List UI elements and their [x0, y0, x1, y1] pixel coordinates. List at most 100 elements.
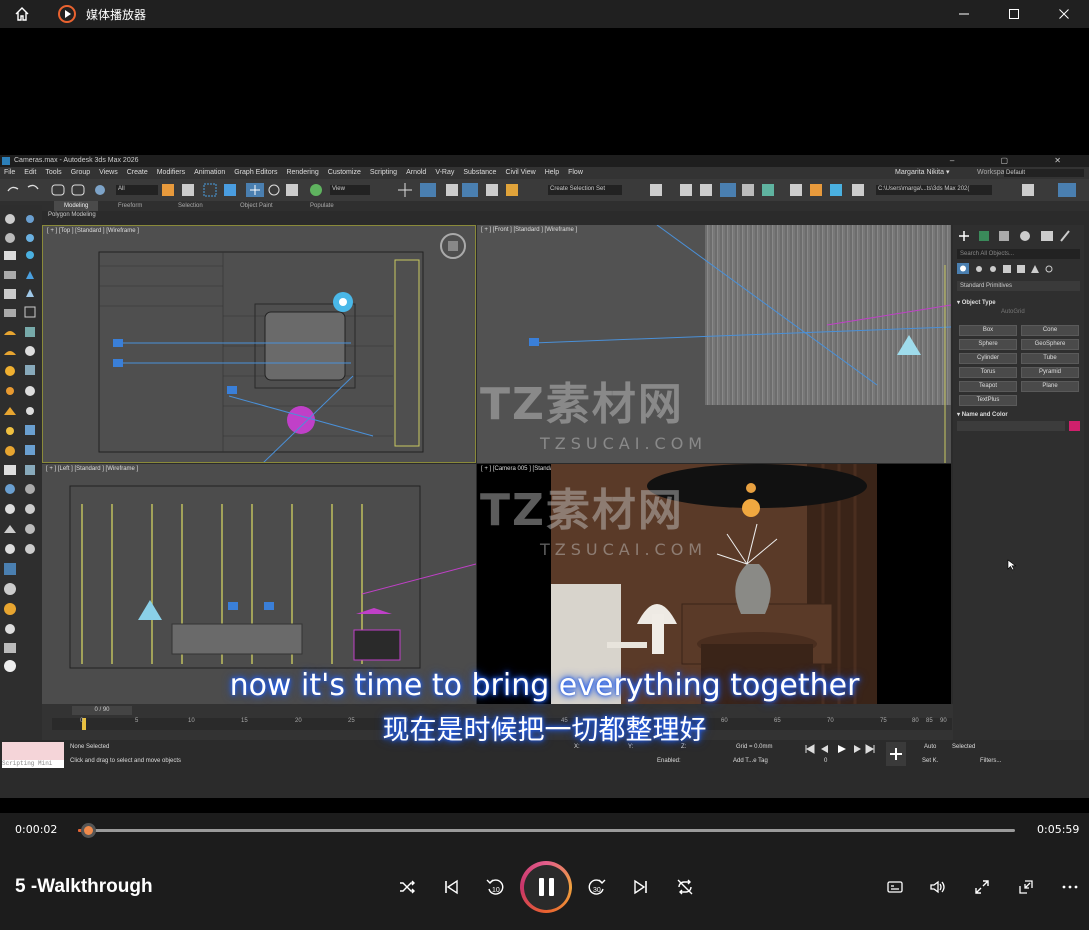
menu-customize: Customize	[327, 169, 361, 176]
left-toolbar	[0, 205, 42, 745]
primitive-torus-button: Torus	[959, 367, 1017, 378]
adaptive-degradation-enabled: Enabled:	[657, 758, 681, 764]
more-options-button[interactable]	[1058, 875, 1082, 899]
fullscreen-button[interactable]	[970, 875, 994, 899]
captions-icon	[887, 881, 903, 893]
next-button[interactable]	[629, 875, 653, 899]
menu-substance: Substance	[463, 169, 497, 176]
watermark: TZ素材网 TZSUCAI.COM	[480, 368, 707, 453]
workspace-dropdown: Default	[1004, 169, 1084, 177]
primitive-cylinder-button: Cylinder	[959, 353, 1017, 364]
seek-bar[interactable]	[78, 823, 1015, 838]
viewport-top[interactable]: [ + ] [Top ] [Standard ] [Wireframe ]	[42, 225, 476, 463]
create-category-icons	[957, 263, 1053, 274]
home-icon	[15, 7, 29, 21]
close-icon	[1059, 9, 1069, 19]
rewind-10-icon: 10	[486, 879, 504, 895]
ribbon-tab-populate: Populate	[310, 203, 334, 209]
primitive-plane-button: Plane	[1021, 381, 1079, 392]
primitive-geosphere-button: GeoSphere	[1021, 339, 1079, 350]
ribbon-tab-modeling: Modeling	[54, 201, 99, 211]
forward-30-button[interactable]: 30	[585, 875, 609, 899]
forward-30-icon: 30	[588, 879, 606, 895]
title-bar: 媒体播放器	[0, 0, 1089, 28]
seek-bar-row: 0:00:02 0:05:59	[0, 813, 1089, 847]
watermark-cn: TZ素材网	[480, 379, 684, 430]
filter-dropdown: All	[118, 186, 125, 192]
watermark-cn: TZ素材网	[480, 485, 684, 536]
maximize-icon	[1009, 9, 1019, 19]
watermark: TZ素材网 TZSUCAI.COM	[480, 474, 707, 559]
subtitle-chinese: 现在是时候把一切都整理好	[382, 715, 707, 746]
previous-button[interactable]	[439, 875, 463, 899]
repeat-button[interactable]	[673, 875, 697, 899]
menu-views: Views	[99, 169, 118, 176]
media-player-logo-icon	[58, 5, 76, 23]
more-icon	[1062, 885, 1078, 889]
time-tag: Add T...e Tag	[733, 758, 768, 764]
prompt-line: Click and drag to select and move object…	[70, 758, 182, 764]
ribbon-tab-freeform: Freeform	[118, 203, 143, 209]
primitive-category-dropdown: Standard Primitives	[957, 281, 1080, 291]
minimize-button[interactable]	[939, 0, 989, 28]
project-path: C:\Users\marga\...ts\3ds Max 202(	[878, 186, 970, 192]
player-controls: 5 -Walkthrough 10 30	[0, 847, 1089, 930]
menu-graph-editors: Graph Editors	[234, 169, 278, 176]
close-button[interactable]	[1039, 0, 1089, 28]
max-main-toolbar: All View Create Selection Set C:\Users\m…	[0, 179, 1089, 201]
menu-scripting: Scripting	[369, 169, 398, 176]
mini-player-icon	[1019, 880, 1033, 894]
reference-coordinate-dropdown: View	[332, 186, 345, 192]
primitive-pyramid-button: Pyramid	[1021, 367, 1079, 378]
video-title: 5 -Walkthrough	[15, 876, 153, 897]
menu-arnold: Arnold	[406, 169, 427, 176]
menu-modifiers: Modifiers	[156, 169, 186, 176]
primitive-cone-button: Cone	[1021, 325, 1079, 336]
watermark-en: TZSUCAI.COM	[540, 434, 708, 453]
captions-button[interactable]	[883, 875, 907, 899]
menu-create: Create	[126, 169, 148, 176]
primitive-textplus-button: TextPlus	[959, 395, 1017, 406]
pause-button[interactable]	[520, 861, 572, 913]
primitive-tube-button: Tube	[1021, 353, 1079, 364]
menu-animation: Animation	[194, 169, 226, 176]
watermark-en: TZSUCAI.COM	[540, 540, 708, 559]
volume-button[interactable]	[926, 875, 950, 899]
maximize-button[interactable]	[989, 0, 1039, 28]
previous-icon	[445, 879, 458, 895]
mouse-cursor-icon	[1007, 559, 1017, 571]
menu-group: Group	[70, 169, 91, 176]
seek-bar-thumb[interactable]	[80, 823, 96, 838]
mini-player-button[interactable]	[1014, 875, 1038, 899]
fullscreen-icon	[975, 880, 989, 894]
name-and-color-rollout: ▾ Name and Color	[957, 412, 1008, 418]
video-canvas[interactable]: Cameras.max - Autodesk 3ds Max 2026 – ▢ …	[0, 28, 1089, 813]
max-window-title: Cameras.max - Autodesk 3ds Max 2026 – ▢ …	[0, 155, 1089, 167]
pause-icon	[523, 864, 569, 910]
ribbon-subpanel: Polygon Modeling	[48, 212, 96, 218]
command-panel: Search All Objects... Standard Primitive…	[953, 225, 1084, 745]
menu-flow: Flow	[568, 169, 583, 176]
rewind-10-button[interactable]: 10	[483, 875, 507, 899]
home-button[interactable]	[0, 0, 44, 28]
current-time: 0:00:02	[15, 823, 58, 836]
next-icon	[634, 879, 647, 895]
max-menu-bar: File Edit Tools Group Views Create Modif…	[0, 167, 1089, 179]
forward-label: 30	[593, 887, 601, 894]
shuffle-icon	[400, 880, 415, 894]
app-title: 媒体播放器	[86, 7, 147, 22]
total-time: 0:05:59	[1037, 823, 1080, 836]
object-name-field	[957, 421, 1065, 431]
search-all-objects-input: Search All Objects...	[957, 249, 1080, 259]
shuffle-button[interactable]	[395, 875, 419, 899]
max-logo-icon	[2, 157, 10, 165]
max-user: Margarita Nikita ▾	[895, 169, 950, 176]
volume-icon	[930, 880, 945, 894]
menu-rendering: Rendering	[286, 169, 319, 176]
subtitle-english: now it's time to bring everything togeth…	[229, 668, 860, 703]
menu-tools: Tools	[45, 169, 62, 176]
left-toolbar-icons	[4, 214, 36, 672]
menu-edit: Edit	[24, 169, 37, 176]
menu-file: File	[4, 169, 16, 176]
menu-help: Help	[544, 169, 560, 176]
